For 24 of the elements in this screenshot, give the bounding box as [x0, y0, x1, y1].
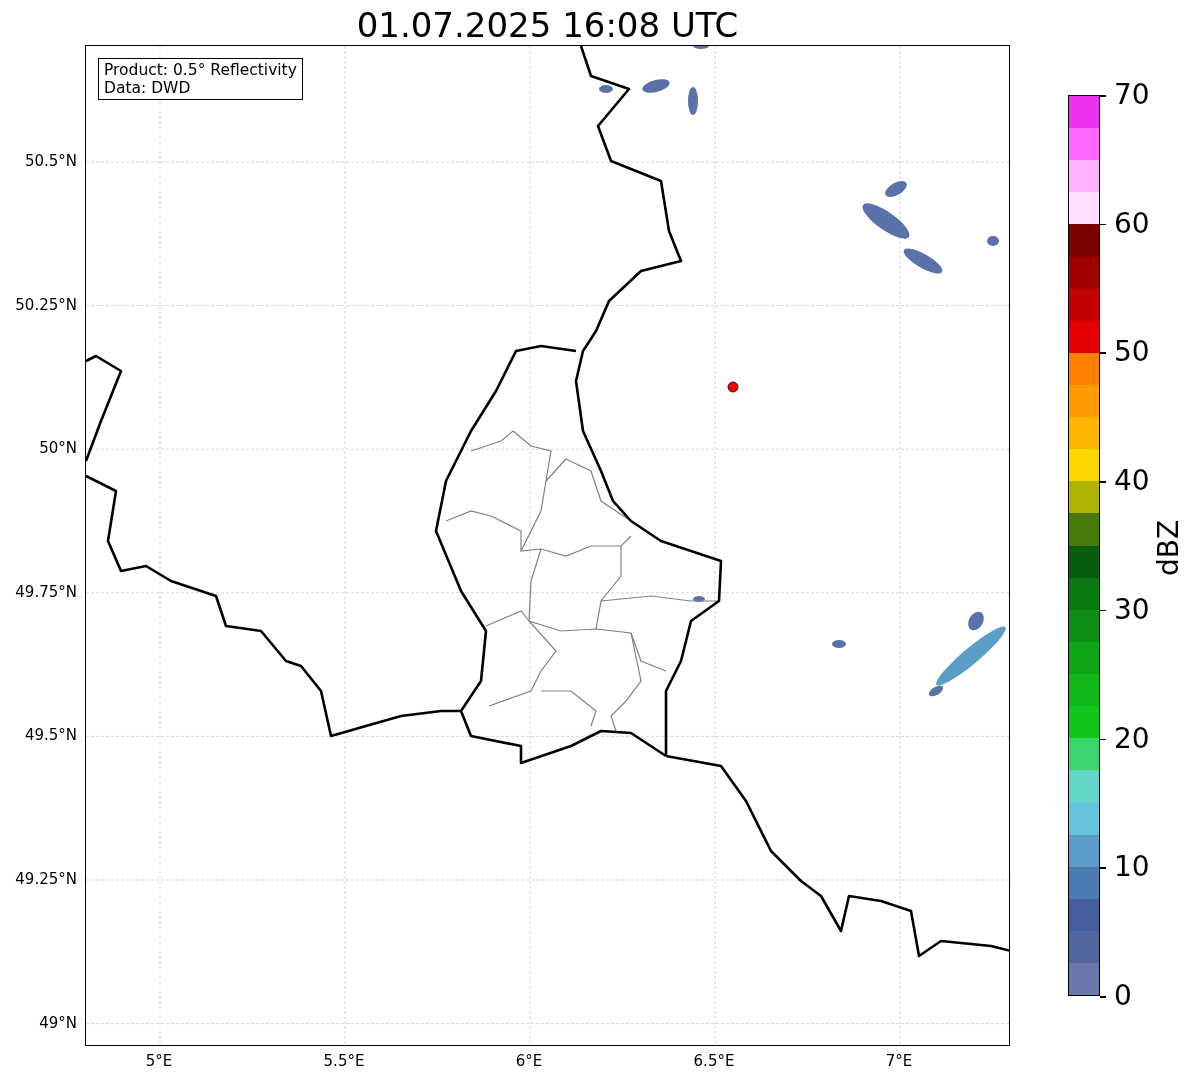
latitude-label: 50.25°N: [15, 295, 77, 314]
longitude-label: 5°E: [145, 1052, 173, 1070]
longitude-label: 5.5°E: [323, 1052, 365, 1070]
legend-text: Product: 0.5° Reflectivity: [104, 61, 297, 79]
latitude-label: 50.5°N: [24, 152, 77, 170]
colorbar-label: dBZ: [1151, 519, 1185, 577]
longitude-label: 7°E: [885, 1052, 913, 1070]
longitude-label: 6.5°E: [693, 1052, 735, 1070]
colorbar-tick-label: 50: [1114, 337, 1150, 368]
latitude-label: 49.75°N: [15, 582, 77, 601]
colorbar-tick-label: 0: [1114, 981, 1132, 1011]
latitude-label: 49°N: [39, 1013, 77, 1032]
colorbar-tick-label: 30: [1114, 594, 1150, 625]
colorbar-tick-label: 60: [1114, 208, 1150, 239]
latitude-label: 49.5°N: [24, 726, 77, 745]
legend-text: Data: DWD: [104, 79, 192, 97]
colorbar-tick-label: 10: [1114, 852, 1150, 883]
colorbar-tick-label: 20: [1114, 723, 1150, 754]
chart-title: 01.07.2025 16:08 UTC: [356, 5, 739, 45]
latitude-label: 49.25°N: [15, 870, 77, 888]
latitude-label: 50°N: [39, 439, 77, 458]
colorbar-tick-label: 70: [1114, 80, 1150, 110]
longitude-label: 6°E: [515, 1052, 543, 1070]
colorbar-tick-label: 40: [1114, 466, 1150, 497]
